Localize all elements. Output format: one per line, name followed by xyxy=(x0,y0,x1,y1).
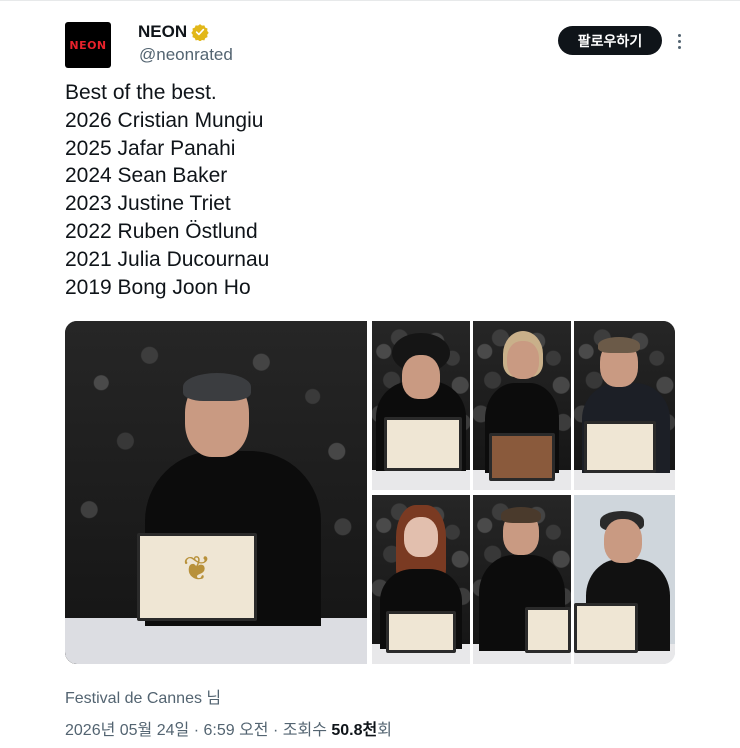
tweet-line: 2025 Jafar Panahi xyxy=(65,136,236,160)
tweet-time[interactable]: 6:59 오전 xyxy=(203,722,268,739)
photo-ruben-ostlund[interactable] xyxy=(574,321,675,490)
tweet-line: 2021 Julia Ducournau xyxy=(65,247,270,271)
photo-palme-box xyxy=(489,433,555,481)
avatar[interactable]: NEON xyxy=(65,22,111,68)
source-label[interactable]: Festival de Cannes 님 xyxy=(65,684,221,708)
photo-person-head xyxy=(404,517,438,557)
display-name[interactable]: NEON xyxy=(138,22,187,42)
photo-palme-box xyxy=(386,611,456,653)
display-name-row[interactable]: NEON xyxy=(138,22,209,42)
photo-jafar-panahi[interactable] xyxy=(574,495,675,664)
photo-person-hair xyxy=(501,507,541,523)
tweet-text: Best of the best. 2026 Cristian Mungiu 2… xyxy=(65,79,269,301)
tweet-line: 2019 Bong Joon Ho xyxy=(65,275,251,299)
palm-leaf-icon: ❦ xyxy=(182,549,212,589)
avatar-logo-text: NEON xyxy=(69,38,107,52)
photo-julia-ducournau[interactable] xyxy=(372,495,470,664)
photo-stage xyxy=(574,470,675,490)
meta-separator: · xyxy=(193,722,200,739)
tweet-line: 2026 Cristian Mungiu xyxy=(65,108,264,132)
tweet-line: 2024 Sean Baker xyxy=(65,164,228,188)
photo-palme-box xyxy=(384,417,462,471)
photo-justine-triet[interactable] xyxy=(473,321,571,490)
meta-separator: · xyxy=(272,722,279,739)
views-count: 50.8천 xyxy=(331,722,378,739)
tweet-line: 2022 Ruben Östlund xyxy=(65,219,258,243)
verified-badge-icon xyxy=(191,24,209,41)
more-dots-icon[interactable] xyxy=(668,30,690,52)
tweet-date[interactable]: 2026년 05월 24일 xyxy=(65,722,189,739)
top-divider xyxy=(0,0,740,1)
views-unit: 회 xyxy=(377,722,392,739)
tweet-line: 2023 Justine Triet xyxy=(65,192,231,216)
tweet-meta: 2026년 05월 24일 · 6:59 오전 · 조회수 50.8천회 xyxy=(65,716,392,740)
photo-person-head xyxy=(604,519,642,563)
tweet-line: Best of the best. xyxy=(65,81,217,104)
user-handle[interactable]: @neonrated xyxy=(139,45,233,65)
photo-person-head xyxy=(507,341,539,379)
photo-stage xyxy=(372,470,470,490)
photo-person-head xyxy=(402,355,440,399)
photo-palme-box xyxy=(574,603,638,653)
media-grid: ❦ xyxy=(65,321,675,664)
follow-button[interactable]: 팔로우하기 xyxy=(558,26,662,55)
photo-palme-box xyxy=(525,607,571,653)
photo-bong-joon-ho[interactable] xyxy=(372,321,470,490)
photo-person-hair xyxy=(183,373,251,401)
photo-sean-baker[interactable] xyxy=(473,495,571,664)
views-label: 조회수 xyxy=(282,722,327,739)
photo-palme-box xyxy=(584,421,656,473)
photo-person-hair xyxy=(598,337,640,353)
photo-cristian-mungiu[interactable]: ❦ xyxy=(65,321,367,664)
